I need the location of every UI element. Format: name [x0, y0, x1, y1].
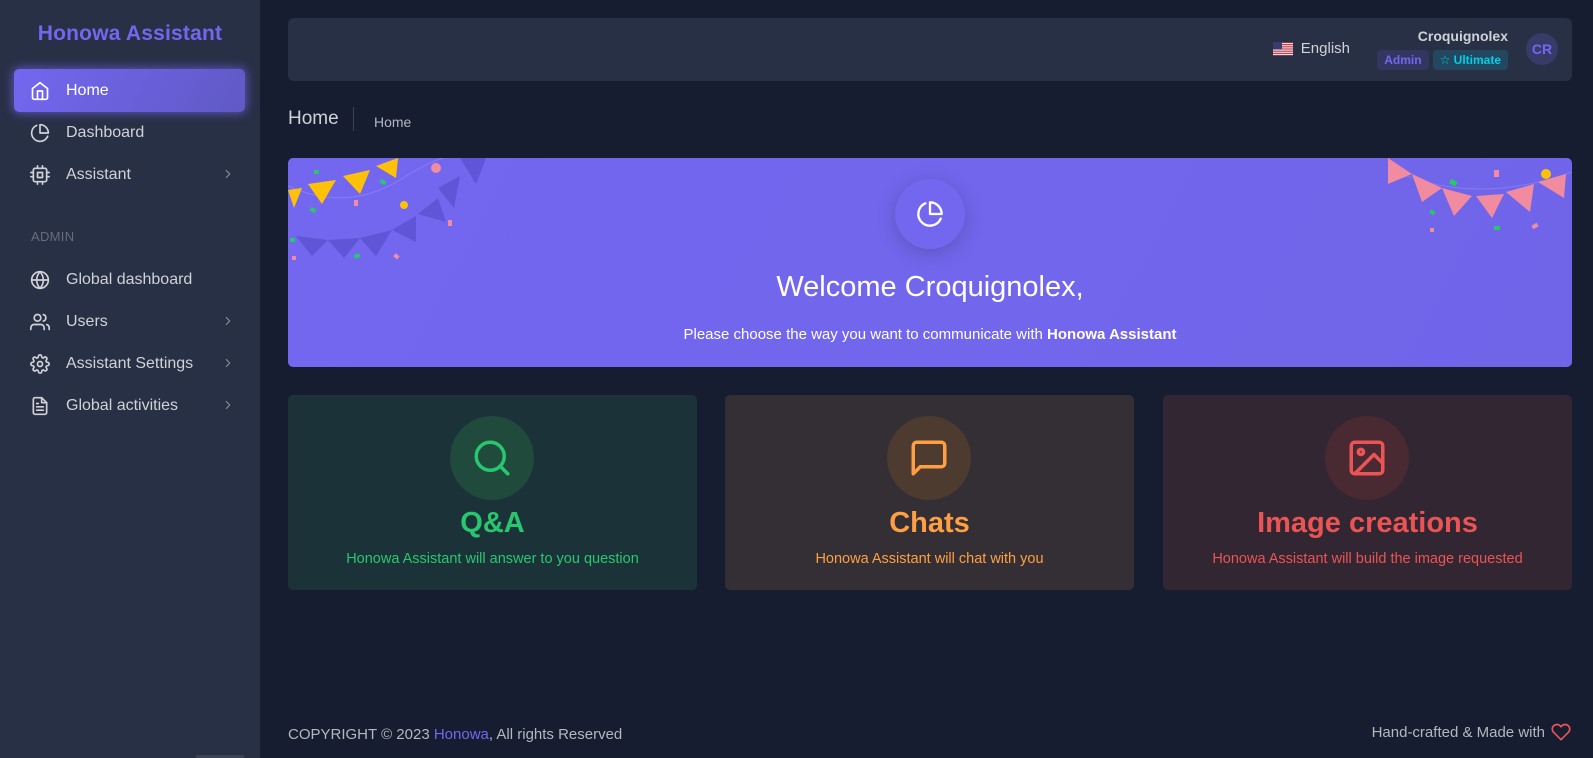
- settings-icon: [30, 353, 50, 374]
- card-title: Image creations: [1257, 507, 1478, 539]
- welcome-subtitle-text: Please choose the way you want to commun…: [683, 326, 1043, 343]
- users-icon: [30, 312, 50, 332]
- copyright-prefix: COPYRIGHT © 2023: [288, 726, 430, 743]
- welcome-banner: Welcome Croquignolex, Please choose the …: [288, 158, 1572, 367]
- brand-logo-text[interactable]: Honowa Assistant: [0, 22, 260, 46]
- sidebar-item-global-dashboard[interactable]: Global dashboard: [14, 258, 245, 301]
- card-description: Honowa Assistant will answer to you ques…: [346, 551, 639, 567]
- sidebar-item-assistant[interactable]: Assistant: [14, 153, 245, 196]
- globe-icon: [30, 270, 50, 290]
- sidebar-item-global-activities[interactable]: Global activities: [14, 384, 245, 427]
- top-navbar: English Croquignolex Admin ☆ Ultimate CR: [288, 18, 1572, 81]
- plan-badge: ☆ Ultimate: [1432, 50, 1508, 70]
- card-description: Honowa Assistant will chat with you: [815, 551, 1044, 567]
- sidebar-item-label: Dashboard: [66, 123, 145, 141]
- file-text-icon: [30, 396, 50, 416]
- image-icon: [1325, 416, 1409, 500]
- sidebar-item-label: Assistant Settings: [66, 354, 194, 372]
- cpu-icon: [30, 164, 50, 185]
- welcome-subtitle: Please choose the way you want to commun…: [288, 326, 1572, 343]
- page-title: Home: [288, 107, 354, 131]
- chevron-right-icon: [225, 400, 231, 410]
- confetti-left-decoration: [288, 158, 488, 260]
- sidebar-item-label: Global dashboard: [66, 270, 193, 288]
- sidebar-item-home[interactable]: Home: [14, 69, 245, 112]
- sidebar-item-label: Global activities: [66, 396, 179, 414]
- card-title: Chats: [889, 507, 970, 539]
- heart-icon: [1551, 723, 1571, 741]
- footer-credit: Hand-crafted & Made with: [1372, 722, 1571, 742]
- us-flag-icon: [1272, 41, 1293, 56]
- card-title: Q&A: [460, 507, 525, 539]
- confetti-right-decoration: [1387, 158, 1572, 232]
- image-creations-card[interactable]: Image creations Honowa Assistant will bu…: [1163, 395, 1572, 590]
- user-name[interactable]: Croquignolex: [1418, 28, 1508, 44]
- copyright-suffix: , All rights Reserved: [488, 726, 623, 743]
- footer-credit-text: Hand-crafted & Made with: [1371, 723, 1545, 741]
- copyright: COPYRIGHT © 2023 Honowa, All rights Rese…: [288, 726, 622, 743]
- breadcrumb: Home: [374, 114, 412, 130]
- plan-badge-label: Ultimate: [1453, 53, 1501, 67]
- user-badges: Admin ☆ Ultimate: [1377, 50, 1508, 70]
- chats-card[interactable]: Chats Honowa Assistant will chat with yo…: [725, 395, 1134, 590]
- footer-brand-link[interactable]: Honowa: [434, 726, 489, 743]
- sidebar-item-dashboard[interactable]: Dashboard: [14, 111, 245, 154]
- avatar[interactable]: CR: [1526, 33, 1558, 65]
- sidebar-item-label: Users: [66, 312, 108, 330]
- home-icon: [30, 81, 50, 101]
- chevron-right-icon: [225, 316, 231, 326]
- chevron-right-icon: [225, 358, 231, 368]
- sidebar-item-label: Assistant: [66, 165, 131, 183]
- welcome-title: Welcome Croquignolex,: [776, 271, 1084, 303]
- sidebar-item-assistant-settings[interactable]: Assistant Settings: [14, 342, 245, 385]
- pie-chart-icon: [895, 179, 965, 249]
- sidebar-section-admin: ADMIN: [31, 229, 75, 244]
- card-description: Honowa Assistant will build the image re…: [1212, 551, 1523, 567]
- search-icon: [450, 416, 534, 500]
- sidebar-item-label: Home: [66, 81, 109, 99]
- welcome-subtitle-brand: Honowa Assistant: [1047, 326, 1177, 343]
- role-badge: Admin: [1377, 50, 1429, 70]
- qa-card[interactable]: Q&A Honowa Assistant will answer to you …: [288, 395, 697, 590]
- language-dropdown[interactable]: English: [1272, 40, 1350, 57]
- chevron-right-icon: [225, 169, 231, 179]
- pie-chart-icon: [30, 123, 50, 143]
- sidebar-item-users[interactable]: Users: [14, 300, 245, 343]
- sidebar: Honowa Assistant Home Dashboard Assistan…: [0, 0, 260, 758]
- language-label: English: [1300, 40, 1350, 57]
- message-square-icon: [887, 416, 971, 500]
